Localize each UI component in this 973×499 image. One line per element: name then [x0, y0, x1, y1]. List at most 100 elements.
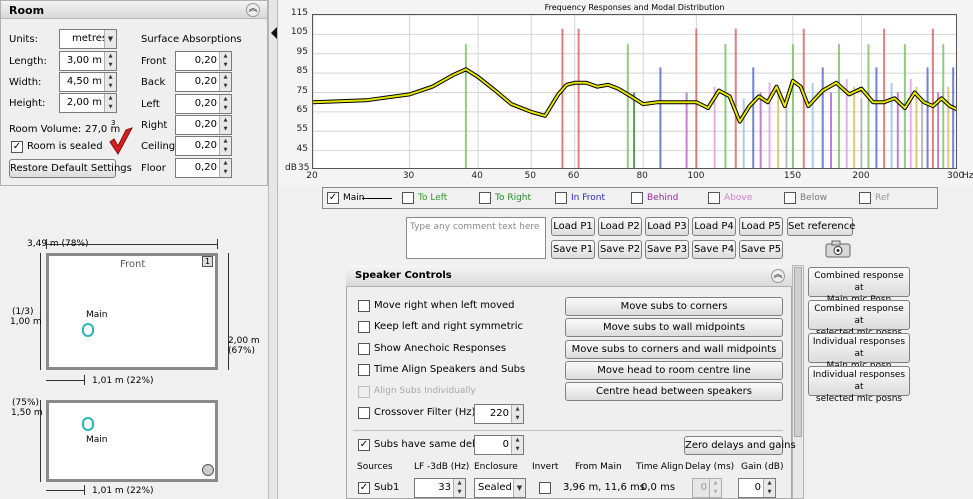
length-stepper[interactable]: 3,00 m ▲ ▼	[59, 51, 117, 71]
move-button-3[interactable]: Move subs to corners and wall midpoints	[565, 339, 783, 359]
load-p4-button[interactable]: Load P4	[692, 217, 736, 236]
subs-same-delay-label: Subs have same delay	[374, 439, 487, 450]
legend-checkbox-below[interactable]	[784, 192, 796, 204]
collapse-room-icon[interactable]: ︽	[246, 3, 260, 17]
speaker-icon[interactable]	[202, 464, 214, 476]
stepper-arrows-icon[interactable]: ▲ ▼	[219, 73, 231, 92]
response-button-2[interactable]: Combined response atselected mic posns	[808, 300, 910, 338]
load-p2-button[interactable]: Load P2	[598, 217, 642, 236]
elevation-view[interactable]	[46, 400, 218, 482]
height-stepper[interactable]: 2,00 m ▲ ▼	[59, 93, 117, 113]
sub1-enclosure-select[interactable]: Sealed ▼	[474, 478, 526, 498]
stepper-arrows-icon[interactable]: ▲ ▼	[219, 158, 231, 177]
save-p3-button[interactable]: Save P3	[645, 240, 689, 259]
stepper-arrows-icon[interactable]: ▲ ▼	[104, 73, 116, 91]
sub1-invert-checkbox[interactable]	[539, 482, 551, 494]
restore-defaults-button[interactable]: Restore Default Settings	[9, 159, 132, 178]
speaker-scrollbar[interactable]	[792, 265, 804, 499]
surface-stepper-back[interactable]: 0,20 ▲ ▼	[175, 72, 232, 93]
response-button-1[interactable]: Combined response atMain mic Posn	[808, 267, 910, 305]
elev-bottom-dim: 1,01 m (22%)	[92, 486, 154, 496]
frequency-chart[interactable]	[312, 14, 957, 169]
surface-stepper-left[interactable]: 0,20 ▲ ▼	[175, 93, 232, 114]
sub1-lf-value: 33	[438, 482, 451, 493]
collapse-speaker-icon[interactable]: ︽	[771, 269, 785, 283]
legend-checkbox-main[interactable]: ✓	[327, 192, 339, 204]
sub1-gain-stepper[interactable]: 0 ▲ ▼	[738, 478, 776, 498]
scrollbar-thumb[interactable]	[794, 267, 802, 437]
sub1-checkbox[interactable]: ✓	[358, 482, 370, 494]
response-button-4[interactable]: Individual responses at selected mic posn…	[808, 366, 910, 404]
comment-box[interactable]: Type any comment text here	[406, 217, 546, 259]
panel-splitter[interactable]	[268, 0, 278, 499]
save-p2-button[interactable]: Save P2	[598, 240, 642, 259]
stepper-arrows-icon[interactable]: ▲ ▼	[763, 479, 775, 497]
move-button-2[interactable]: Move subs to wall midpoints	[565, 318, 783, 338]
response-button-3[interactable]: Individual responses atMain mic posn	[808, 333, 910, 371]
surface-stepper-front[interactable]: 0,20 ▲ ▼	[175, 51, 232, 71]
collapse-left-icon[interactable]	[271, 27, 277, 39]
chevron-down-icon[interactable]: ▼	[513, 479, 525, 497]
save-p4-button[interactable]: Save P4	[692, 240, 736, 259]
stepper-arrows-icon[interactable]: ▲ ▼	[219, 94, 231, 113]
stepper-arrows-icon[interactable]: ▲ ▼	[511, 405, 523, 423]
speaker-option-checkbox-2[interactable]	[358, 321, 370, 333]
surface-stepper-right[interactable]: 0,20 ▲ ▼	[175, 114, 232, 135]
floor-plan[interactable]	[46, 253, 218, 370]
same-delay-stepper[interactable]: 0 ▲ ▼	[474, 435, 524, 455]
legend-checkbox-in-front[interactable]	[555, 192, 567, 204]
load-p3-button[interactable]: Load P3	[645, 217, 689, 236]
main-mic-elev-icon[interactable]	[82, 417, 94, 431]
stepper-arrows-icon[interactable]: ▲ ▼	[104, 94, 116, 112]
load-p1-button[interactable]: Load P1	[551, 217, 595, 236]
stepper-arrows-icon[interactable]: ▲ ▼	[219, 137, 231, 156]
elev-height: 1,50 m	[11, 408, 43, 418]
stepper-arrows-icon[interactable]: ▲ ▼	[219, 115, 231, 134]
save-p1-button[interactable]: Save P1	[551, 240, 595, 259]
stepper-arrows-icon[interactable]: ▲ ▼	[709, 479, 721, 497]
set-reference-button[interactable]: Set reference	[787, 217, 855, 236]
legend-checkbox-above[interactable]	[708, 192, 720, 204]
move-button-1[interactable]: Move subs to corners	[565, 297, 783, 316]
load-p5-button[interactable]: Load P5	[739, 217, 783, 236]
stepper-arrows-icon[interactable]: ▲ ▼	[511, 436, 523, 454]
units-select[interactable]: metres ▼	[59, 29, 117, 49]
speaker-controls-header: Speaker Controls	[346, 265, 792, 287]
legend-checkbox-ref[interactable]	[859, 192, 871, 204]
stepper-arrows-icon[interactable]: ▲ ▼	[104, 52, 116, 70]
surface-stepper-floor[interactable]: 0,20 ▲ ▼	[175, 157, 232, 178]
dim-tick	[84, 375, 85, 385]
move-button-5[interactable]: Centre head between speakers	[565, 382, 783, 402]
legend-label-to-left: To Left	[418, 193, 448, 203]
same-delay-value: 0	[502, 439, 509, 450]
chevron-down-icon[interactable]: ▼	[104, 30, 116, 48]
speaker-option-label-6: Crossover Filter (Hz)	[374, 407, 476, 418]
legend-checkbox-to-right[interactable]	[479, 192, 491, 204]
width-stepper[interactable]: 4,50 m ▲ ▼	[59, 72, 117, 92]
plan-badge[interactable]: 1	[202, 256, 213, 267]
sub1-lf-stepper[interactable]: 33 ▲ ▼	[414, 478, 466, 498]
response-button-line2: selected mic posns	[815, 394, 903, 404]
surface-label-front: Front	[141, 56, 167, 67]
main-mic-icon[interactable]	[82, 323, 94, 337]
sub1-delay-stepper[interactable]: 0 ▲ ▼	[692, 478, 722, 498]
separator	[353, 430, 783, 431]
move-button-4[interactable]: Move head to room centre line	[565, 360, 783, 380]
response-button-line1: Combined response at	[814, 271, 904, 293]
speaker-option-checkbox-3[interactable]	[358, 343, 370, 355]
legend-checkbox-behind[interactable]	[631, 192, 643, 204]
zero-delays-button[interactable]: Zero delays and gains	[684, 436, 796, 455]
subs-same-delay-checkbox[interactable]: ✓	[358, 439, 370, 451]
legend-checkbox-to-left[interactable]	[402, 192, 414, 204]
stepper-arrows-icon[interactable]: ▲ ▼	[453, 479, 465, 497]
speaker-option-checkbox-5[interactable]	[358, 386, 370, 398]
camera-icon[interactable]	[825, 240, 851, 258]
speaker-option-checkbox-4[interactable]	[358, 364, 370, 376]
stepper-arrows-icon[interactable]: ▲ ▼	[219, 52, 231, 70]
crossover-stepper[interactable]: 220 ▲ ▼	[474, 404, 524, 424]
speaker-option-checkbox-6[interactable]	[358, 407, 370, 419]
speaker-option-checkbox-1[interactable]	[358, 300, 370, 312]
surface-stepper-ceiling[interactable]: 0,20 ▲ ▼	[175, 136, 232, 157]
save-p5-button[interactable]: Save P5	[739, 240, 783, 259]
room-sealed-checkbox[interactable]: ✓	[11, 141, 23, 153]
